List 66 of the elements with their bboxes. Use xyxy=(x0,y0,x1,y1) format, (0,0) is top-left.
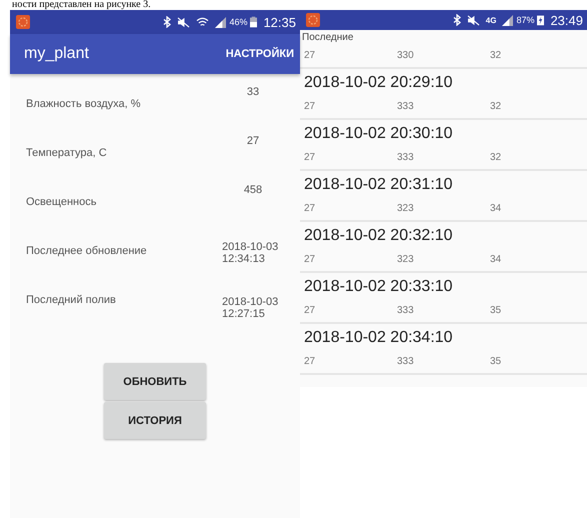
history-item[interactable]: 2018-10-02 20:33:10 27 333 35 xyxy=(300,273,587,324)
reading-value: 33 xyxy=(246,86,260,98)
app-icon xyxy=(306,13,320,27)
record-value: 330 xyxy=(397,50,415,61)
record-value: 27 xyxy=(304,152,316,163)
record-value: 27 xyxy=(304,305,316,316)
reading-value: 458 xyxy=(242,184,264,196)
wifi-icon xyxy=(196,16,210,28)
record-value: 34 xyxy=(490,203,502,214)
reading-value: 2018-10-03 12:27:15 xyxy=(222,296,280,320)
record-value: 333 xyxy=(397,152,415,163)
signal-icon xyxy=(502,14,514,26)
battery-percent: 46% xyxy=(229,17,248,27)
record-value: 34 xyxy=(490,254,502,265)
history-item[interactable]: 2018-10-02 20:34:10 27 333 35 xyxy=(300,324,587,375)
battery-charging-icon xyxy=(537,14,544,26)
reading-label: Последний полив xyxy=(26,294,116,306)
record-value: 35 xyxy=(490,356,502,367)
list-header: Последние xyxy=(301,31,354,44)
reading-value: 2018-10-03 12:34:13 xyxy=(222,241,280,265)
clock: 23:49 xyxy=(550,12,583,28)
record-value: 27 xyxy=(304,356,316,367)
network-type: 4G xyxy=(486,16,496,24)
timestamp: 2018-10-02 20:31:10 xyxy=(304,175,454,195)
record-value: 27 xyxy=(304,254,316,265)
reading-label: Последнее обновление xyxy=(26,245,147,257)
reading-label: Освещеннось xyxy=(26,196,96,208)
record-value: 32 xyxy=(490,101,502,112)
record-value: 333 xyxy=(397,305,415,316)
action-button[interactable]: ИСТОРИЯ xyxy=(104,402,206,439)
bluetooth-icon xyxy=(452,14,461,26)
record-value: 333 xyxy=(397,101,415,112)
clock: 12:35 xyxy=(263,14,296,30)
app-icon xyxy=(16,15,30,29)
history-item[interactable]: 2018-10-02 20:31:10 27 323 34 xyxy=(300,171,587,222)
record-value: 333 xyxy=(397,356,415,367)
record-value: 27 xyxy=(304,101,316,112)
caption-text: ности представлен на рисунке 3. xyxy=(11,0,152,10)
record-value: 27 xyxy=(304,50,316,61)
record-value: 35 xyxy=(490,305,502,316)
battery-percent: 87% xyxy=(516,15,534,25)
reading-value: 27 xyxy=(246,135,260,147)
history-item[interactable]: 2018-10-02 20:29:10 27 333 32 xyxy=(300,69,587,120)
timestamp: 2018-10-02 20:29:10 xyxy=(304,73,454,93)
history-item[interactable]: 2018-10-02 20:30:10 27 333 32 xyxy=(300,120,587,171)
timestamp: 2018-10-02 20:30:10 xyxy=(304,124,454,144)
timestamp: 2018-10-02 20:34:10 xyxy=(304,328,454,348)
record-value: 32 xyxy=(490,50,502,61)
history-item[interactable]: 27 330 32 xyxy=(300,44,587,69)
app-title: my_plant xyxy=(24,45,89,63)
bluetooth-icon xyxy=(163,16,172,28)
mute-icon xyxy=(177,16,190,28)
timestamp: 2018-10-02 20:33:10 xyxy=(304,277,454,297)
record-value: 323 xyxy=(397,254,415,265)
battery-icon xyxy=(250,16,258,28)
record-value: 323 xyxy=(397,203,415,214)
record-value: 32 xyxy=(490,152,502,163)
record-value: 27 xyxy=(304,203,316,214)
mute-icon xyxy=(466,14,480,26)
timestamp: 2018-10-02 20:32:10 xyxy=(304,226,454,246)
reading-label: Температура, С xyxy=(26,147,107,159)
action-button[interactable]: ОБНОВИТЬ xyxy=(104,363,206,400)
signal-icon xyxy=(215,16,226,28)
reading-label: Влажность воздуха, % xyxy=(26,98,141,110)
settings-button[interactable]: НАСТРОЙКИ xyxy=(226,48,294,60)
history-item[interactable]: 2018-10-02 20:32:10 27 323 34 xyxy=(300,222,587,273)
